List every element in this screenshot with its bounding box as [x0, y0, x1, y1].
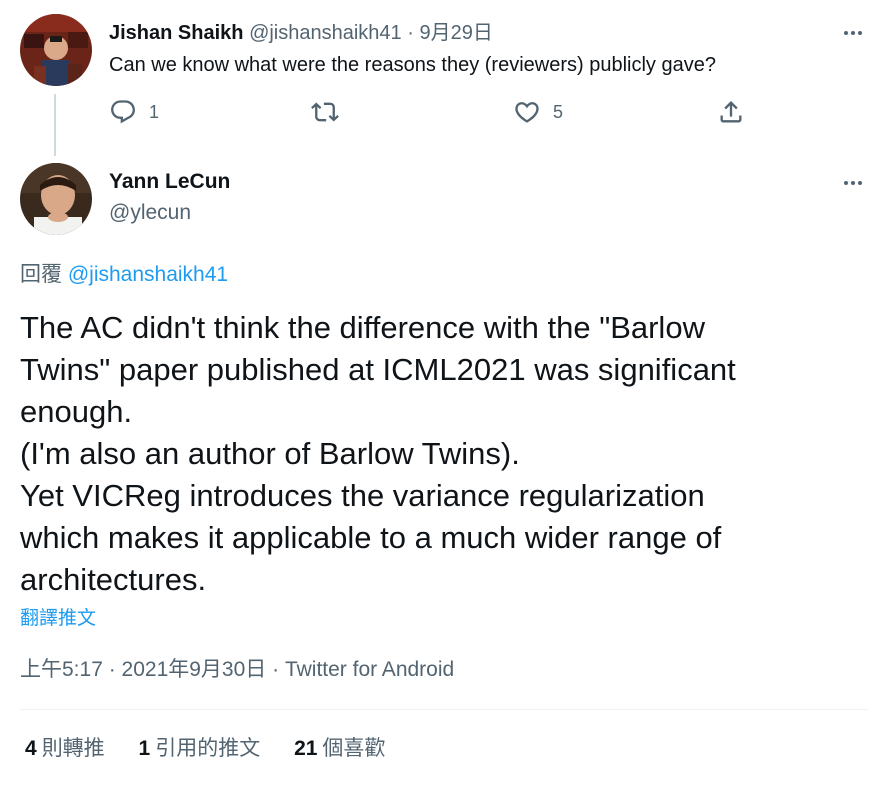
tweet-text-line: Yet VICReg introduces the variance regul…: [20, 478, 705, 513]
reply-count: 1: [149, 101, 160, 122]
tweet-text-line: Twins" paper published at ICML2021 was s…: [20, 352, 736, 387]
separator: ·: [407, 22, 414, 44]
tweet-text-line: The AC didn't think the difference with …: [20, 310, 705, 345]
reply-actions: 1 5: [109, 98, 749, 128]
tweet-text-line: architectures.: [20, 562, 207, 597]
avatar[interactable]: [20, 163, 92, 235]
tweet-text-line: enough.: [20, 394, 133, 429]
replying-prefix: 回覆: [20, 263, 68, 286]
reply-tweet: Jishan Shaikh @jishanshaikh41 · 9月29日 Ca…: [20, 14, 870, 144]
author-handle[interactable]: @jishanshaikh41: [249, 22, 402, 44]
reply-text: Can we know what were the reasons they (…: [109, 54, 716, 76]
replying-to: 回覆 @jishanshaikh41: [20, 261, 228, 289]
like-button[interactable]: 5: [513, 98, 563, 126]
reply-header: Jishan Shaikh @jishanshaikh41 · 9月29日: [109, 20, 493, 46]
tweet-meta: 上午5:17 · 2021年9月30日 · Twitter for Androi…: [20, 656, 454, 684]
share-button[interactable]: [717, 98, 745, 126]
tweet-timestamp[interactable]: 上午5:17 · 2021年9月30日 ·: [20, 658, 285, 681]
divider: [20, 709, 868, 710]
replying-mention[interactable]: @jishanshaikh41: [68, 263, 228, 286]
more-icon[interactable]: [836, 172, 870, 194]
retweet-icon: [311, 102, 339, 122]
retweets-stat[interactable]: 4 則轉推: [25, 735, 105, 763]
share-icon: [720, 101, 742, 123]
tweet-source[interactable]: Twitter for Android: [285, 658, 454, 681]
author-handle[interactable]: @ylecun: [109, 200, 191, 226]
like-icon: [515, 102, 539, 123]
likes-stat[interactable]: 21 個喜歡: [294, 735, 385, 763]
reply-icon: [111, 100, 135, 124]
tweet-body: The AC didn't think the difference with …: [20, 307, 870, 601]
tweet-text-line: (I'm also an author of Barlow Twins).: [20, 436, 520, 471]
avatar[interactable]: [20, 14, 92, 86]
reply-button[interactable]: 1: [109, 98, 159, 126]
quotes-stat[interactable]: 1 引用的推文: [139, 735, 261, 763]
like-count: 5: [553, 101, 564, 122]
author-name[interactable]: Jishan Shaikh: [109, 22, 244, 44]
tweet-text-line: which makes it applicable to a much wide…: [20, 520, 722, 555]
translate-link[interactable]: 翻譯推文: [20, 606, 96, 632]
more-icon[interactable]: [836, 22, 870, 44]
tweet-date[interactable]: 9月29日: [419, 22, 492, 44]
tweet-stats: 4 則轉推 1 引用的推文 21 個喜歡: [25, 735, 413, 763]
retweet-button[interactable]: [311, 98, 339, 126]
author-name[interactable]: Yann LeCun: [109, 169, 230, 195]
